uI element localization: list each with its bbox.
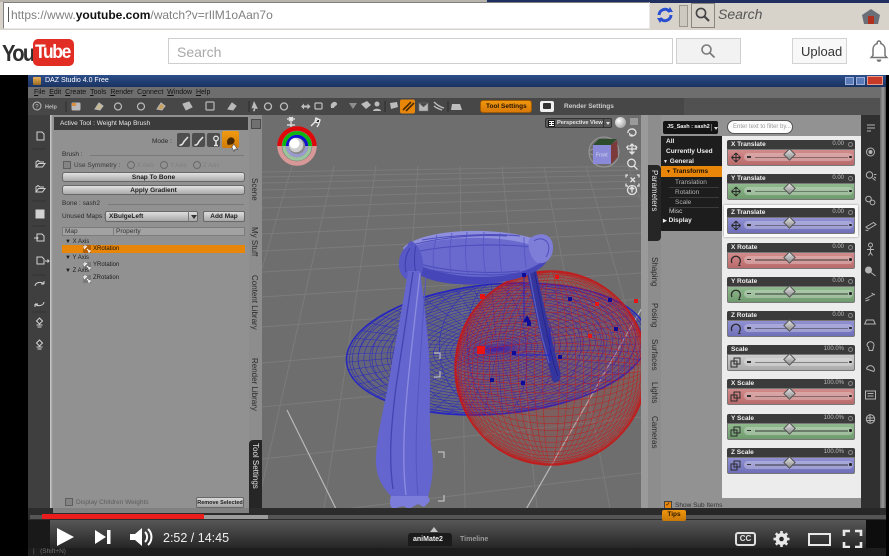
svg-text:Help: Help [45, 105, 58, 111]
svg-text:Front: Front [596, 153, 608, 159]
